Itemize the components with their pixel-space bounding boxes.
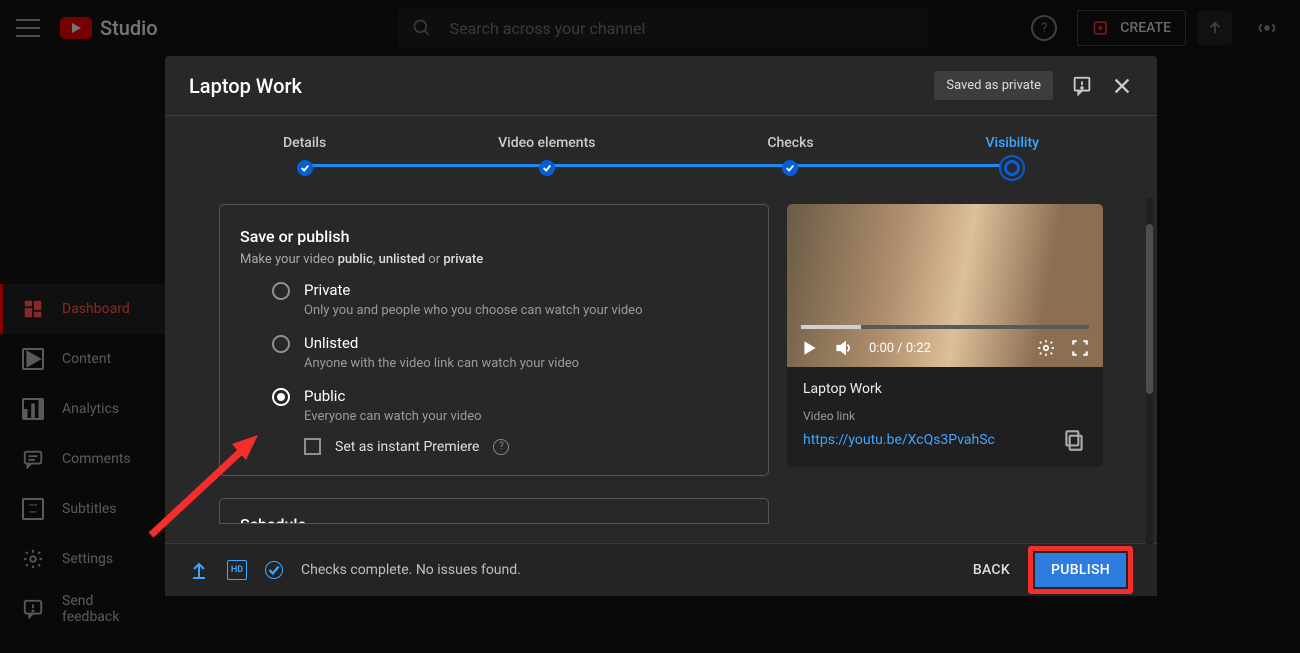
fullscreen-icon[interactable] — [1071, 339, 1089, 357]
schedule-card[interactable]: Schedule — [219, 498, 769, 524]
volume-icon[interactable] — [835, 339, 853, 357]
option-desc: Everyone can watch your video — [304, 409, 482, 424]
premiere-label: Set as instant Premiere — [335, 439, 479, 455]
option-desc: Anyone with the video link can watch you… — [304, 356, 579, 371]
option-title: Public — [304, 387, 482, 405]
visibility-option-unlisted[interactable]: Unlisted Anyone with the video link can … — [272, 334, 748, 371]
video-time: 0:00 / 0:22 — [869, 341, 931, 356]
step-visibility[interactable]: Visibility — [986, 135, 1039, 176]
upload-dialog: Laptop Work Saved as private Details Vid… — [165, 56, 1157, 596]
video-link-label: Video link — [803, 409, 1087, 423]
save-or-publish-card: Save or publish Make your video public, … — [219, 204, 769, 476]
back-button[interactable]: BACK — [973, 562, 1010, 578]
close-icon[interactable] — [1111, 75, 1133, 97]
preview-video-title: Laptop Work — [803, 381, 1087, 397]
visibility-option-public[interactable]: Public Everyone can watch your video — [272, 387, 748, 424]
settings-gear-icon[interactable] — [1037, 339, 1055, 357]
checks-complete-icon — [265, 561, 283, 579]
video-preview-card: 0:00 / 0:22 Laptop Work Video link https… — [787, 204, 1103, 467]
dialog-feedback-icon[interactable] — [1071, 75, 1093, 97]
checkbox-icon — [304, 438, 321, 455]
option-title: Unlisted — [304, 334, 579, 352]
dialog-title: Laptop Work — [189, 74, 302, 98]
upload-steps: Details Video elements Checks Visibility — [165, 116, 1157, 186]
option-title: Private — [304, 281, 643, 299]
instant-premiere-checkbox[interactable]: Set as instant Premiere ? — [304, 438, 748, 455]
video-progress-bar[interactable] — [801, 325, 1089, 329]
step-details[interactable]: Details — [283, 135, 326, 176]
play-icon[interactable] — [801, 339, 819, 357]
video-thumbnail[interactable]: 0:00 / 0:22 — [787, 204, 1103, 367]
radio-icon — [272, 335, 290, 353]
check-icon — [539, 160, 555, 176]
help-icon[interactable]: ? — [493, 439, 509, 455]
hd-icon: HD — [227, 560, 247, 580]
radio-icon — [272, 282, 290, 300]
check-icon — [297, 160, 313, 176]
save-status-badge: Saved as private — [934, 71, 1053, 100]
card-subtitle: Make your video public, unlisted or priv… — [240, 252, 748, 267]
visibility-option-private[interactable]: Private Only you and people who you choo… — [272, 281, 748, 318]
card-title: Save or publish — [240, 227, 748, 246]
checks-status-text: Checks complete. No issues found. — [301, 562, 521, 578]
step-video-elements[interactable]: Video elements — [498, 135, 595, 176]
scrollbar[interactable] — [1146, 198, 1153, 544]
video-link[interactable]: https://youtu.be/XcQs3PvahSc — [803, 432, 995, 448]
step-checks[interactable]: Checks — [767, 135, 813, 176]
radio-selected-icon — [272, 388, 290, 406]
upload-complete-icon — [189, 560, 209, 580]
current-step-icon — [1004, 160, 1020, 176]
option-desc: Only you and people who you choose can w… — [304, 303, 643, 318]
check-icon — [782, 160, 798, 176]
publish-highlight: PUBLISH — [1028, 546, 1133, 594]
publish-button[interactable]: PUBLISH — [1035, 553, 1126, 587]
copy-icon[interactable] — [1061, 427, 1087, 453]
